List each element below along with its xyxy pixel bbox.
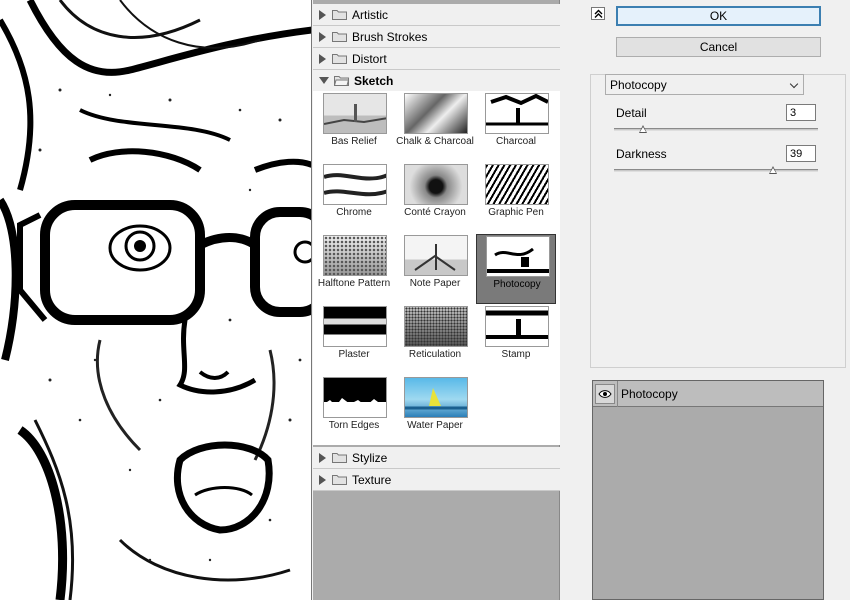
thumbnail-image [323,93,387,134]
filter-thumb-chrome[interactable]: Chrome [314,163,394,233]
filter-label: Plaster [338,349,370,360]
filter-thumbnail-grid: Bas Relief Chalk & Charcoal Charcoal Chr… [313,91,560,445]
thumbnail-image [485,93,549,134]
category-stylize[interactable]: Stylize [313,447,560,469]
filter-label: Chrome [336,207,372,218]
filter-thumb-halftone-pattern[interactable]: Halftone Pattern [314,234,394,304]
visibility-toggle[interactable] [595,384,615,404]
expand-arrow-icon [319,9,326,20]
filter-thumb-bas-relief[interactable]: Bas Relief [314,92,394,162]
filter-label: Note Paper [409,278,461,289]
darkness-label: Darkness [616,147,667,161]
filter-thumb-photocopy[interactable]: Photocopy [476,234,556,304]
filter-label: Charcoal [495,136,537,147]
expand-arrow-icon [319,53,326,64]
category-label: Brush Strokes [352,29,428,44]
filter-select-dropdown[interactable]: Photocopy [605,74,804,95]
thumbnail-image [323,377,387,418]
filter-thumb-reticulation[interactable]: Reticulation [395,305,475,375]
category-label: Stylize [352,450,388,465]
filter-thumb-conte-crayon[interactable]: Conté Crayon [395,163,475,233]
filter-label: Graphic Pen [488,207,544,218]
filter-label: Water Paper [407,420,463,431]
folder-icon [332,10,347,20]
filter-thumb-graphic-pen[interactable]: Graphic Pen [476,163,556,233]
filter-thumb-chalk-charcoal[interactable]: Chalk & Charcoal [395,92,475,162]
selected-filter-label: Photocopy [610,77,667,92]
expand-arrow-icon [319,452,326,463]
folder-icon [332,32,347,42]
darkness-slider-handle[interactable] [769,166,778,174]
filter-label: Bas Relief [331,136,377,147]
thumbnail-image [485,306,549,347]
folder-open-icon [334,76,349,86]
image-preview[interactable] [0,0,312,600]
thumbnail-image [323,235,387,276]
thumbnail-image [404,164,468,205]
filter-label: Reticulation [408,349,462,360]
detail-input[interactable]: 3 [786,104,816,121]
detail-slider-handle[interactable] [638,125,647,133]
folder-icon [332,453,347,463]
eye-icon [598,390,612,398]
collapse-gallery-button[interactable] [591,7,605,20]
filter-thumb-charcoal[interactable]: Charcoal [476,92,556,162]
cancel-button[interactable]: Cancel [616,37,821,57]
thumbnail-image [485,164,549,205]
category-label: Sketch [354,73,394,88]
category-sketch[interactable]: Sketch [313,70,560,92]
thumbnail-image [323,164,387,205]
category-label: Texture [352,472,392,487]
divider [617,381,618,407]
filter-label: Conté Crayon [404,207,466,218]
filter-label: Torn Edges [328,420,380,431]
detail-label: Detail [616,106,647,120]
expand-arrow-icon [319,31,326,42]
filter-label: Halftone Pattern [317,278,391,289]
thumbnail-image [404,377,468,418]
double-chevron-up-icon [594,9,602,18]
filter-thumb-stamp[interactable]: Stamp [476,305,556,375]
thumbnail-image [486,236,550,277]
category-label: Artistic [352,7,388,22]
filter-label: Photocopy [493,279,541,290]
preview-sketch [0,0,311,600]
filter-thumb-plaster[interactable]: Plaster [314,305,394,375]
thumbnail-image [323,306,387,347]
thumbnail-image [404,93,468,134]
folder-icon [332,54,347,64]
thumbnail-image [404,235,468,276]
filter-thumb-torn-edges[interactable]: Torn Edges [314,376,394,446]
category-texture[interactable]: Texture [313,469,560,491]
effect-layer-name: Photocopy [621,387,678,401]
category-distort[interactable]: Distort [313,48,560,70]
effect-layers-panel: Photocopy [592,380,824,600]
filter-label: Chalk & Charcoal [396,136,474,147]
darkness-input[interactable]: 39 [786,145,816,162]
collapse-arrow-icon [319,77,329,84]
effect-layer-row[interactable]: Photocopy [593,381,823,407]
category-brush-strokes[interactable]: Brush Strokes [313,26,560,48]
expand-arrow-icon [319,474,326,485]
category-artistic[interactable]: Artistic [313,4,560,26]
filter-gallery: Artistic Brush Strokes Distort Sketch Ba… [313,0,560,600]
filter-thumb-note-paper[interactable]: Note Paper [395,234,475,304]
filter-thumb-water-paper[interactable]: Water Paper [395,376,475,446]
category-label: Distort [352,51,387,66]
chevron-down-icon [789,79,799,89]
folder-icon [332,475,347,485]
thumbnail-image [404,306,468,347]
filter-label: Stamp [501,349,531,360]
ok-button[interactable]: OK [616,6,821,26]
darkness-slider-track[interactable] [614,169,818,172]
